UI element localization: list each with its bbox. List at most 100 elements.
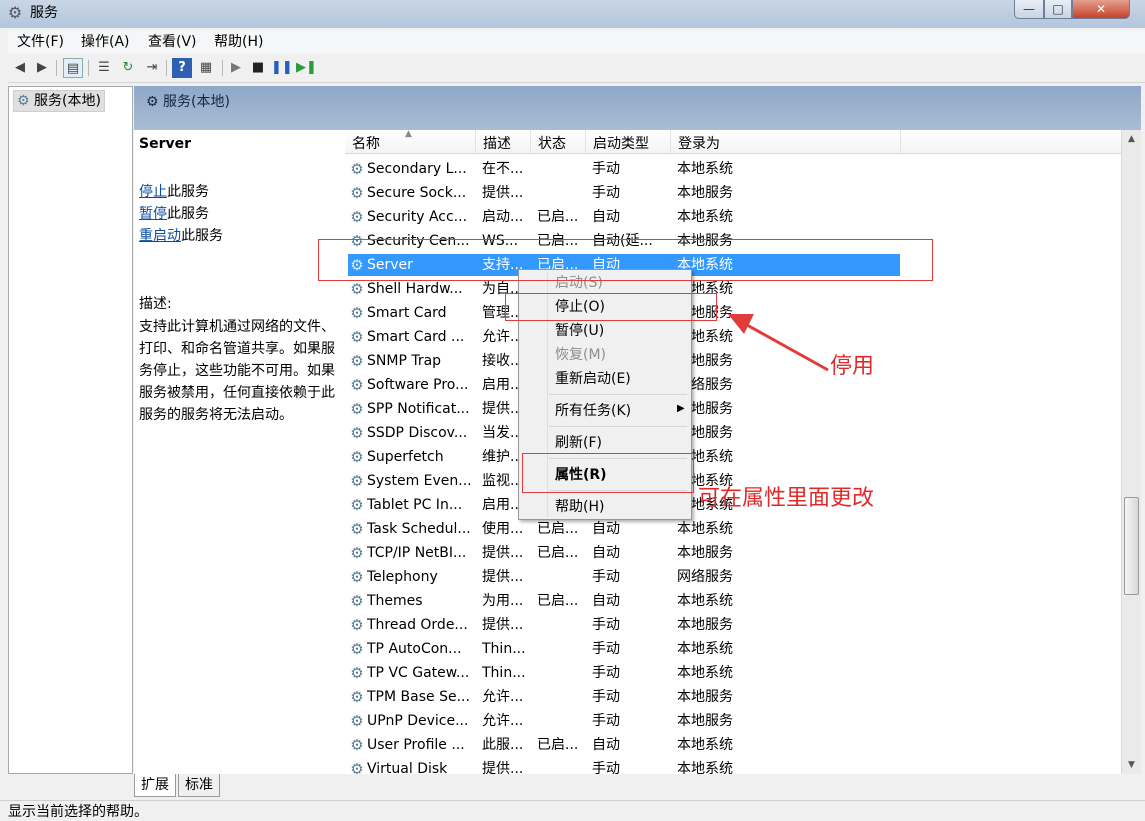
show-pane-icon[interactable]: ▦	[196, 58, 216, 78]
pane-header-title: ⚙ 服务(本地)	[146, 92, 230, 112]
console-tree-icon[interactable]: ▤	[63, 58, 83, 78]
cell-startup: 自动	[592, 737, 620, 753]
action-pause: 暂停此服务	[139, 204, 209, 224]
service-gear-icon: ⚙	[350, 665, 364, 681]
cell-startup: 自动	[592, 593, 620, 609]
properties-sheet-icon[interactable]: ☰	[94, 58, 114, 78]
menu-item-restart[interactable]: 重新启动(E)	[555, 368, 631, 390]
tree-item-services-local[interactable]: ⚙ 服务(本地)	[13, 90, 105, 112]
table-row[interactable]: ⚙ TPM Base Se... 允许... 手动 本地服务	[345, 685, 1121, 709]
column-header-logon[interactable]: 登录为	[671, 130, 901, 154]
cell-name: Smart Card	[367, 305, 447, 321]
column-header-startup-type[interactable]: 启动类型	[586, 130, 671, 154]
cell-logon: 本地服务	[677, 425, 733, 441]
cell-name: TP AutoCon...	[367, 641, 462, 657]
export-list-icon[interactable]: ⇥	[142, 58, 162, 78]
menu-help[interactable]: 帮助(H)	[214, 33, 263, 51]
annotation-box-properties	[522, 453, 694, 493]
tab-extended[interactable]: 扩展	[134, 774, 176, 797]
menu-action[interactable]: 操作(A)	[81, 33, 130, 51]
vertical-scrollbar[interactable]: ▲ ▼	[1121, 130, 1141, 774]
cell-startup: 手动	[592, 617, 620, 633]
menu-item-refresh[interactable]: 刷新(F)	[555, 432, 602, 454]
table-row[interactable]: ⚙ Themes 为用... 已启... 自动 本地系统	[345, 589, 1121, 613]
action-stop: 停止此服务	[139, 182, 209, 202]
table-row[interactable]: ⚙ TCP/IP NetBI... 提供... 已启... 自动 本地服务	[345, 541, 1121, 565]
menu-file[interactable]: 文件(F)	[17, 33, 64, 51]
menu-item-help[interactable]: 帮助(H)	[555, 496, 604, 518]
menu-bar: 文件(F) 操作(A) 查看(V) 帮助(H)	[8, 30, 1145, 54]
scroll-thumb[interactable]	[1124, 497, 1139, 595]
table-row[interactable]: ⚙ UPnP Device... 允许... 手动 本地服务	[345, 709, 1121, 733]
console-tree: ⚙ 服务(本地)	[8, 86, 133, 774]
menu-item-resume[interactable]: 恢复(M)	[555, 344, 606, 366]
annotation-box-server-row	[318, 239, 933, 281]
cell-logon: 本地系统	[677, 521, 733, 537]
selected-service-name: Server	[139, 136, 192, 152]
column-header-name[interactable]: 名称 ▲	[345, 130, 476, 154]
service-gear-icon: ⚙	[350, 737, 364, 753]
table-row[interactable]: ⚙ Virtual Disk 提供... 手动 本地系统	[345, 757, 1121, 774]
cell-name: Tablet PC In...	[367, 497, 463, 513]
cell-logon: 本地服务	[677, 689, 733, 705]
cell-logon: 本地系统	[677, 593, 733, 609]
close-button[interactable]: ✕	[1072, 0, 1130, 19]
maximize-button[interactable]: □	[1044, 0, 1072, 19]
table-row[interactable]: ⚙ User Profile ... 此服... 已启... 自动 本地系统	[345, 733, 1121, 757]
service-gear-icon: ⚙	[350, 209, 364, 225]
cell-logon: 本地系统	[677, 737, 733, 753]
status-text: 显示当前选择的帮助。	[8, 804, 148, 820]
back-arrow-icon[interactable]: ◀	[10, 58, 30, 78]
window-title: 服务	[30, 5, 58, 21]
cell-startup: 手动	[592, 689, 620, 705]
table-row[interactable]: ⚙ Secondary L... 在不... 手动 本地系统	[345, 157, 1121, 181]
cell-startup: 手动	[592, 713, 620, 729]
column-header-filler	[901, 130, 1121, 154]
service-gear-icon: ⚙	[350, 473, 364, 489]
menu-separator	[549, 394, 687, 395]
toolbar-separator	[88, 60, 89, 76]
table-row[interactable]: ⚙ Security Acc... 启动... 已启... 自动 本地系统	[345, 205, 1121, 229]
column-header-status[interactable]: 状态	[531, 130, 586, 154]
menu-view[interactable]: 查看(V)	[148, 33, 197, 51]
table-row[interactable]: ⚙ TP VC Gatew... Thin... 手动 本地系统	[345, 661, 1121, 685]
column-header-description[interactable]: 描述	[476, 130, 531, 154]
table-row[interactable]: ⚙ SPP Notificat... 提供... 本地服务	[345, 397, 1121, 421]
table-row[interactable]: ⚙ Secure Sock... 提供... 手动 本地服务	[345, 181, 1121, 205]
refresh-icon[interactable]: ↻	[118, 58, 138, 78]
restart-service-icon[interactable]: ▶❚	[296, 58, 317, 78]
table-row[interactable]: ⚙ Task Schedul... 使用... 已启... 自动 本地系统	[345, 517, 1121, 541]
cell-startup: 手动	[592, 641, 620, 657]
cell-logon: 本地系统	[677, 209, 733, 225]
cell-logon: 本地系统	[677, 449, 733, 465]
forward-arrow-icon[interactable]: ▶	[32, 58, 52, 78]
annotation-box-stop	[505, 293, 717, 321]
pause-service-link[interactable]: 暂停	[139, 206, 167, 222]
table-row[interactable]: ⚙ SSDP Discov... 当发... 本地服务	[345, 421, 1121, 445]
menu-item-all-tasks[interactable]: 所有任务(K)	[555, 400, 631, 422]
service-gear-icon: ⚙	[350, 401, 364, 417]
help-icon[interactable]: ?	[172, 58, 192, 78]
cell-logon: 本地系统	[677, 641, 733, 657]
stop-service-link[interactable]: 停止	[139, 184, 167, 200]
column-label: 名称	[352, 136, 380, 152]
restart-service-link[interactable]: 重启动	[139, 228, 181, 244]
table-row[interactable]: ⚙ Superfetch 维护... 本地系统	[345, 445, 1121, 469]
stop-service-icon[interactable]: ■	[248, 58, 268, 78]
table-row[interactable]: ⚙ Telephony 提供... 手动 网络服务	[345, 565, 1121, 589]
table-row[interactable]: ⚙ Thread Orde... 提供... 手动 本地服务	[345, 613, 1121, 637]
table-row[interactable]: ⚙ TP AutoCon... Thin... 手动 本地系统	[345, 637, 1121, 661]
cell-status: 已启...	[537, 593, 579, 609]
scroll-up-icon[interactable]: ▲	[1122, 130, 1141, 148]
service-gear-icon: ⚙	[350, 641, 364, 657]
cell-desc: 提供...	[482, 185, 524, 201]
start-service-icon[interactable]: ▶	[226, 58, 246, 78]
service-gear-icon: ⚙	[350, 689, 364, 705]
pause-service-icon[interactable]: ❚❚	[271, 58, 293, 78]
scroll-down-icon[interactable]: ▼	[1122, 756, 1141, 774]
tab-standard[interactable]: 标准	[178, 774, 220, 797]
action-restart: 重启动此服务	[139, 226, 223, 246]
toolbar: ◀ ▶ ▤ ☰ ↻ ⇥ ? ▦ ▶ ■ ❚❚ ▶❚	[8, 56, 1145, 83]
minimize-button[interactable]: —	[1014, 0, 1044, 19]
menu-item-pause[interactable]: 暂停(U)	[555, 320, 604, 342]
